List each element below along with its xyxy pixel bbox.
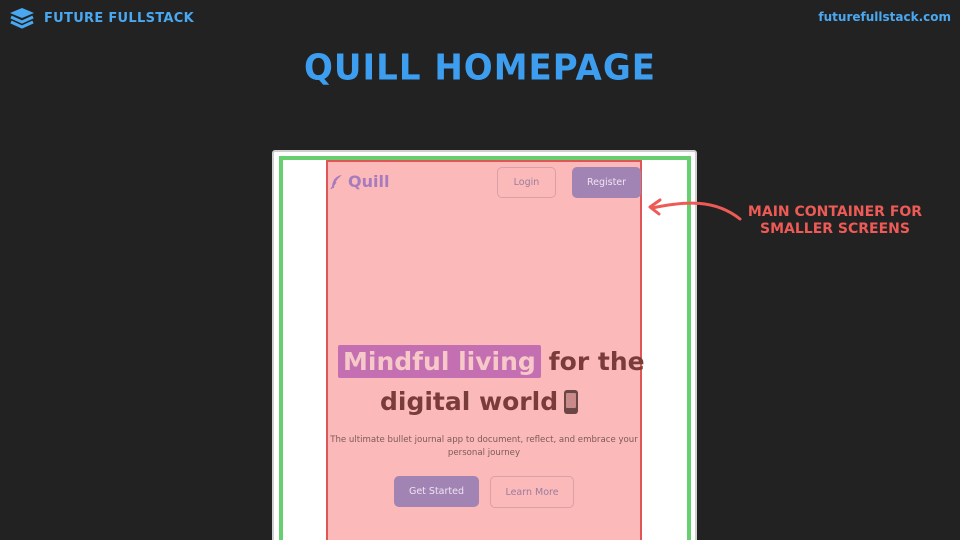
hero-heading-line1: Mindful living for the bbox=[338, 345, 645, 378]
hero-highlight: Mindful living bbox=[338, 345, 541, 378]
hero-heading-rest: for the bbox=[548, 347, 645, 376]
mobile-phone-icon bbox=[564, 389, 579, 414]
stack-layers-icon bbox=[10, 8, 34, 29]
annotation-arrow bbox=[648, 198, 742, 221]
brand-name: FUTURE FULLSTACK bbox=[44, 10, 194, 26]
annotation-line1: MAIN CONTAINER FOR bbox=[747, 204, 923, 220]
learn-more-button[interactable]: Learn More bbox=[490, 476, 574, 508]
hero-subtitle-line2: personal journey bbox=[447, 448, 521, 458]
brand: FUTURE FULLSTACK bbox=[8, 6, 194, 30]
quill-logo[interactable]: Quill bbox=[330, 172, 389, 191]
hero-subtitle: The ultimate bullet journal app to docum… bbox=[326, 434, 642, 460]
register-button[interactable]: Register bbox=[572, 167, 641, 198]
hero-heading-line2: digital world bbox=[380, 387, 579, 416]
site-url[interactable]: futurefullstack.com bbox=[818, 10, 951, 24]
feather-icon bbox=[330, 174, 342, 189]
annotation-line2: SMALLER SCREENS bbox=[760, 221, 910, 237]
annotation-label: MAIN CONTAINER FOR SMALLER SCREENS bbox=[740, 204, 930, 238]
slide-title: QUILL HOMEPAGE bbox=[304, 47, 656, 89]
login-button[interactable]: Login bbox=[497, 167, 556, 198]
get-started-button[interactable]: Get Started bbox=[394, 476, 479, 507]
hero-heading-line2-text: digital world bbox=[380, 387, 559, 416]
hero-subtitle-line1: The ultimate bullet journal app to docum… bbox=[330, 435, 638, 445]
quill-logo-text: Quill bbox=[348, 172, 390, 191]
